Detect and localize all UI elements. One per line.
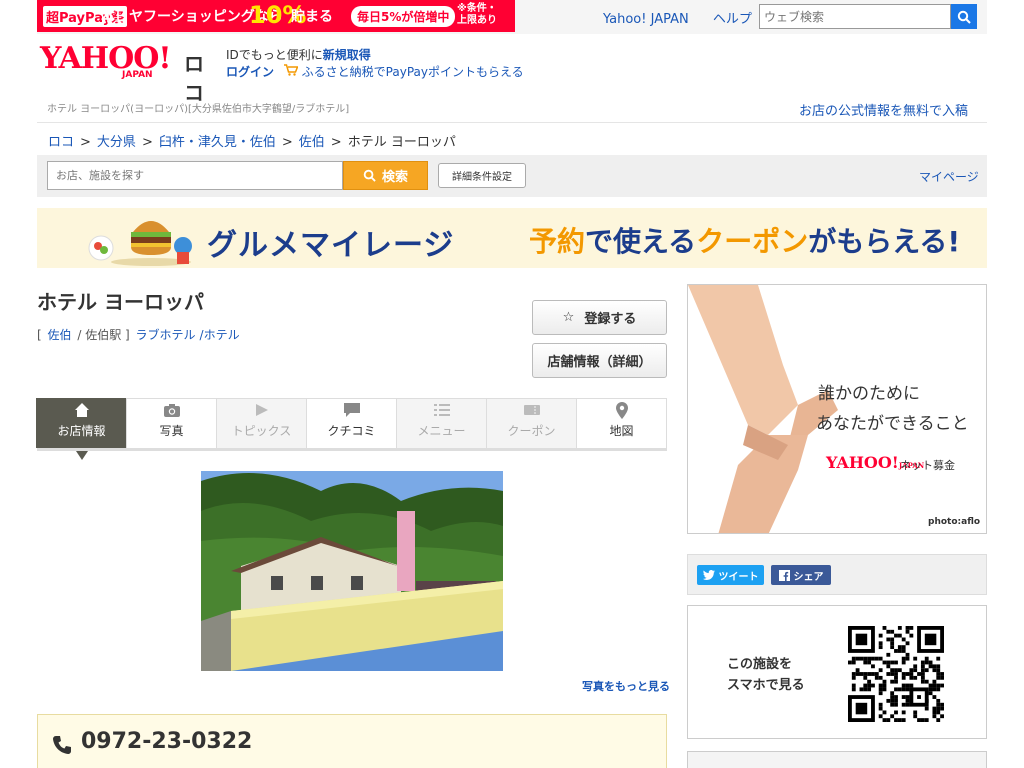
yahoo-loco-logo[interactable]: YAHOO! JAPAN ロコ	[40, 44, 204, 106]
yahoo-japan-link[interactable]: Yahoo! JAPAN	[603, 12, 689, 27]
breadcrumb-loco[interactable]: ロコ	[48, 135, 74, 150]
map-pin-icon	[615, 401, 628, 419]
station-name: 佐伯駅	[85, 328, 122, 342]
hotel-photo-image	[201, 471, 503, 671]
more-photos-link[interactable]: 写真をもっと見る	[582, 678, 670, 694]
tweet-button[interactable]: ツイート	[697, 565, 764, 585]
top-links: Yahoo! JAPAN ヘルプ	[603, 8, 772, 27]
gourmet-mileage-banner[interactable]: グルメマイレージ 予約で使えるクーポンがもらえる!	[37, 208, 987, 268]
area-link[interactable]: 佐伯	[48, 328, 72, 342]
promo-note: ※条件・ 上限あり	[457, 3, 497, 26]
speech-bubble-icon	[343, 403, 360, 417]
category-link-hotel[interactable]: /ホテル	[200, 328, 240, 342]
qr-caption-line1: この施設を	[727, 657, 793, 672]
ticket-icon	[523, 405, 540, 415]
shop-tabs: お店情報 写真 トピックス クチコミ メニュー クーポン 地図	[36, 398, 667, 460]
breadcrumb: ロコ > 大分県 > 臼杵・津久見・佐伯 > 佐伯 > ホテル ヨーロッパ	[48, 135, 456, 150]
phone-box: 0972-23-0322	[37, 714, 667, 768]
banner-title: グルメマイレージ	[207, 228, 455, 263]
ad-copy-line2: あなたができること	[816, 414, 969, 434]
phone-icon	[53, 736, 71, 754]
loco-service-name: ロコ	[184, 52, 204, 105]
home-icon	[74, 403, 89, 417]
official-info-link[interactable]: お店の公式情報を無料で入稿	[799, 100, 968, 119]
breadcrumb-oita[interactable]: 大分県	[97, 135, 136, 150]
twitter-bird-icon	[702, 570, 715, 580]
tab-coupons: クーポン	[486, 398, 577, 448]
promo-banner[interactable]: 超PayPay祭 本日ヤフーショッピングなら 10% 貯まる 毎日5%が倍増中 …	[37, 0, 515, 32]
smartphone-qr-box: この施設を スマホで見る	[687, 605, 987, 739]
next-sidebar-box	[687, 751, 987, 768]
help-link[interactable]: ヘルプ	[713, 12, 752, 27]
page-subtitle: ホテル ヨーロッパ(ヨーロッパ)[大分県佐伯市大字鶴望/ラブホテル]	[47, 104, 350, 115]
login-line: ログイン ふるさと納税でPayPayポイントもらえる	[226, 63, 524, 80]
web-search-input[interactable]	[759, 4, 951, 29]
signup-link[interactable]: 新規取得	[323, 48, 371, 62]
breadcrumb-region[interactable]: 臼杵・津久見・佐伯	[159, 135, 276, 150]
tab-menu: メニュー	[396, 398, 487, 448]
id-prompt: IDでもっと便利に新規取得	[226, 48, 371, 62]
ad-service-name: ネット募金	[900, 459, 955, 472]
favorite-button[interactable]: ☆ 登録する	[532, 300, 667, 335]
favorite-button-label: 登録する	[584, 312, 637, 327]
search-icon	[363, 169, 376, 182]
tab-topics: トピックス	[216, 398, 307, 448]
camera-icon	[163, 403, 180, 417]
shop-search-button[interactable]: 検索	[343, 161, 428, 190]
web-search-button[interactable]	[951, 4, 977, 29]
yahoo-logo-sub: JAPAN	[122, 70, 153, 80]
shop-detail-button[interactable]: 店舗情報（詳細）	[532, 343, 667, 378]
list-icon	[433, 404, 450, 416]
qr-caption-line2: スマホで見る	[727, 678, 805, 693]
promo-pill: 毎日5%が倍増中	[351, 6, 456, 27]
mypage-link[interactable]: マイページ	[919, 168, 979, 185]
phone-number[interactable]: 0972-23-0322	[81, 729, 252, 754]
breadcrumb-current: ホテル ヨーロッパ	[347, 135, 456, 150]
category-link-lovehotel[interactable]: ラブホテル	[136, 328, 196, 342]
tab-reviews[interactable]: クチコミ	[306, 398, 397, 448]
detail-settings-button[interactable]: 詳細条件設定	[438, 163, 526, 188]
flag-icon	[255, 404, 268, 416]
furusato-link[interactable]: ふるさと納税でPayPayポイントもらえる	[302, 65, 524, 79]
ad-photo-credit: photo:aflo	[928, 517, 981, 527]
qr-code-icon	[848, 626, 944, 722]
divider	[37, 122, 987, 123]
share-bar: ツイート シェア	[687, 554, 987, 595]
breadcrumb-saiki[interactable]: 佐伯	[299, 135, 325, 150]
tab-map[interactable]: 地図	[576, 398, 667, 448]
top-bar: 超PayPay祭 本日ヤフーショッピングなら 10% 貯まる 毎日5%が倍増中 …	[37, 0, 987, 34]
shop-search-bar: 検索 詳細条件設定 マイページ	[37, 155, 987, 197]
donation-ad[interactable]: 誰かのために あなたができること YAHOO!JAPAN ネット募金 photo…	[687, 284, 987, 534]
login-link[interactable]: ログイン	[226, 65, 274, 79]
search-button-label: 検索	[381, 170, 408, 185]
facebook-icon	[778, 569, 790, 581]
tab-shop-info[interactable]: お店情報	[36, 398, 127, 460]
facebook-share-button[interactable]: シェア	[771, 565, 831, 585]
search-icon	[957, 10, 971, 24]
shop-meta: [ 佐伯 / 佐伯駅 ] ラブホテル/ホテル	[37, 328, 240, 342]
banner-subtitle: 予約で使えるクーポンがもらえる!	[529, 225, 961, 258]
ad-copy-line1: 誰かのために	[818, 384, 920, 404]
shop-search-input[interactable]	[47, 161, 343, 190]
promo-text2: 貯まる	[291, 9, 333, 25]
tab-photos[interactable]: 写真	[126, 398, 217, 448]
burger-illustration-icon	[88, 221, 192, 266]
shop-title: ホテル ヨーロッパ	[37, 290, 204, 314]
shop-photo[interactable]	[201, 471, 503, 671]
star-icon: ☆	[562, 310, 575, 325]
cart-icon	[283, 64, 299, 76]
